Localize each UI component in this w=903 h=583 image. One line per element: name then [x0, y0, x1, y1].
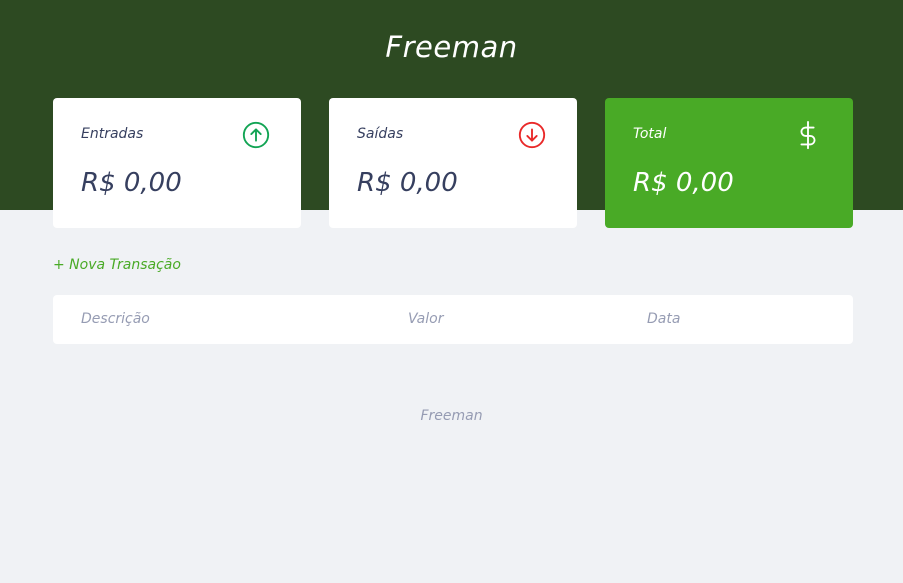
column-header-description: Descrição — [81, 311, 150, 327]
total-label: Total — [633, 126, 667, 142]
income-label: Entradas — [81, 126, 144, 142]
transactions-table: Descrição Valor Data — [53, 295, 853, 344]
total-value: R$ 0,00 — [633, 168, 734, 198]
total-card: Total R$ 0,00 — [605, 98, 853, 228]
expense-label: Saídas — [357, 126, 404, 142]
expense-value: R$ 0,00 — [357, 168, 458, 198]
arrow-up-circle-icon — [241, 120, 271, 150]
app-title: Freeman — [385, 30, 518, 64]
expense-card: Saídas R$ 0,00 — [329, 98, 577, 228]
column-header-value: Valor — [408, 311, 444, 327]
footer-text: Freeman — [420, 408, 483, 424]
dollar-icon — [793, 120, 823, 150]
income-value: R$ 0,00 — [81, 168, 182, 198]
arrow-down-circle-icon — [517, 120, 547, 150]
column-header-date: Data — [647, 311, 681, 327]
income-card: Entradas R$ 0,00 — [53, 98, 301, 228]
new-transaction-link[interactable]: + Nova Transação — [53, 257, 181, 273]
